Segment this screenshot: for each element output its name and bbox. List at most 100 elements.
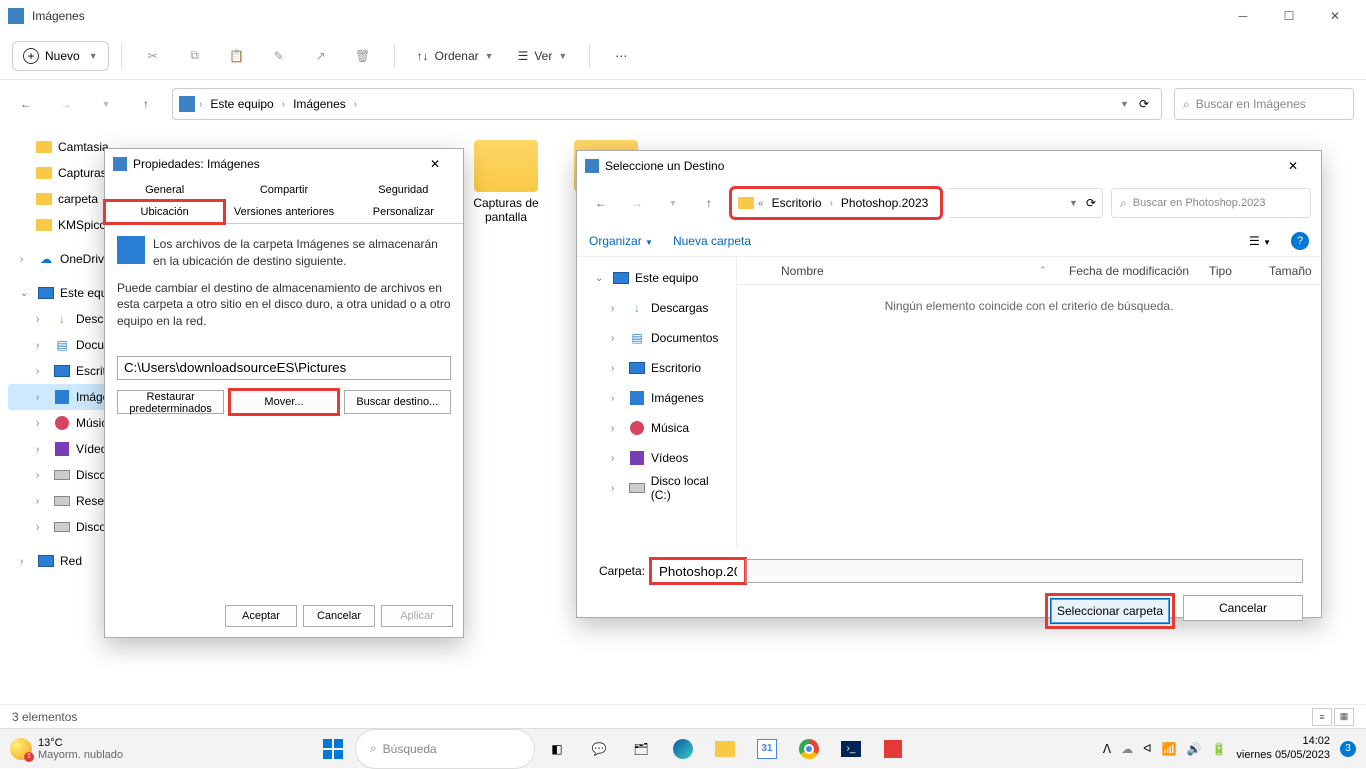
address-bar[interactable]: › Este equipo › Imágenes › ▼ ⟳ bbox=[172, 88, 1162, 120]
widgets-button[interactable]: 💬 bbox=[579, 729, 619, 769]
weather-widget[interactable]: 1 13°C Mayorm. nublado bbox=[10, 737, 123, 761]
new-button[interactable]: + Nuevo ▼ bbox=[12, 41, 109, 71]
toolbar: + Nuevo ▼ ✂ ⧉ 📋 ✎ ↗ 🗑 ↑↓ Ordenar ▼ ☰ Ver… bbox=[0, 32, 1366, 80]
tray-expand-button[interactable]: ᐱ bbox=[1103, 742, 1111, 756]
edge-button[interactable] bbox=[663, 729, 703, 769]
search-input[interactable]: ⌕ Buscar en Photoshop.2023 bbox=[1111, 188, 1311, 218]
sort-button[interactable]: ↑↓ Ordenar ▼ bbox=[407, 43, 504, 69]
dialog-title-bar[interactable]: Propiedades: Imágenes ✕ bbox=[105, 149, 463, 179]
view-button[interactable]: ☰ Ver ▼ bbox=[508, 43, 578, 69]
taskbar-search[interactable]: ⌕ Búsqueda bbox=[355, 729, 535, 769]
cancel-button[interactable]: Cancelar bbox=[1183, 595, 1303, 621]
tab-general[interactable]: General bbox=[105, 179, 224, 201]
forward-button[interactable]: → bbox=[623, 189, 651, 217]
folder-input[interactable] bbox=[653, 561, 743, 581]
column-type[interactable]: Tipo bbox=[1201, 264, 1261, 278]
tab-personalizar[interactable]: Personalizar bbox=[344, 201, 463, 223]
address-bar[interactable]: « Escritorio › Photoshop.2023 bbox=[731, 188, 941, 218]
wifi-icon[interactable]: 📶 bbox=[1162, 742, 1177, 756]
battery-icon[interactable]: 🔋 bbox=[1211, 742, 1226, 756]
forward-button[interactable]: → bbox=[52, 90, 80, 118]
folder-item[interactable]: Capturas de pantalla bbox=[466, 140, 546, 224]
refresh-icon[interactable]: ⟳ bbox=[1086, 196, 1096, 210]
back-button[interactable]: ← bbox=[12, 90, 40, 118]
more-button[interactable]: ⋯ bbox=[602, 40, 640, 72]
copy-button[interactable]: ⧉ bbox=[176, 40, 214, 72]
weather-icon: 1 bbox=[10, 738, 32, 760]
breadcrumb-item[interactable]: Escritorio bbox=[768, 194, 826, 212]
rename-button[interactable]: ✎ bbox=[260, 40, 298, 72]
view-list-button[interactable]: ≡ bbox=[1312, 708, 1332, 726]
path-input[interactable] bbox=[117, 356, 451, 380]
calendar-button[interactable]: 31 bbox=[747, 729, 787, 769]
recent-button[interactable]: ▼ bbox=[659, 189, 687, 217]
move-button[interactable]: Mover... bbox=[230, 390, 337, 414]
tree-item-this-pc[interactable]: ⌄Este equipo bbox=[583, 263, 730, 293]
close-button[interactable]: ✕ bbox=[415, 157, 455, 171]
column-name[interactable]: Nombre bbox=[773, 264, 1031, 278]
close-button[interactable]: ✕ bbox=[1312, 0, 1358, 32]
explorer-button[interactable]: 🗂 bbox=[621, 729, 661, 769]
help-button[interactable]: ? bbox=[1291, 232, 1309, 250]
onedrive-icon[interactable]: ☁ bbox=[1121, 742, 1133, 756]
tree-item-disk-c[interactable]: ›Disco local (C:) bbox=[583, 473, 730, 503]
organize-button[interactable]: Organizar ▼ bbox=[589, 234, 653, 248]
new-folder-button[interactable]: Nueva carpeta bbox=[673, 234, 751, 248]
share-button[interactable]: ↗ bbox=[302, 40, 340, 72]
language-button[interactable]: ᐊ bbox=[1143, 742, 1151, 755]
breadcrumb-item[interactable]: Photoshop.2023 bbox=[837, 194, 932, 212]
column-size[interactable]: Tamaño bbox=[1261, 264, 1321, 278]
tree-item-downloads[interactable]: ›↓Descargas bbox=[583, 293, 730, 323]
start-button[interactable] bbox=[313, 729, 353, 769]
search-input[interactable]: ⌕ Buscar en Imágenes bbox=[1174, 88, 1354, 120]
file-list[interactable]: Nombre ⌃ Fecha de modificación Tipo Tama… bbox=[737, 257, 1321, 547]
cut-icon: ✂ bbox=[148, 49, 158, 63]
task-view-button[interactable]: ◧ bbox=[537, 729, 577, 769]
delete-button[interactable]: 🗑 bbox=[344, 40, 382, 72]
recent-button[interactable]: ▼ bbox=[92, 90, 120, 118]
tree-item-documents[interactable]: ›▤Documentos bbox=[583, 323, 730, 353]
taskbar: 1 13°C Mayorm. nublado ⌕ Búsqueda ◧ 💬 🗂 … bbox=[0, 728, 1366, 768]
chevron-down-icon[interactable]: ▼ bbox=[1120, 99, 1129, 109]
tree-item-music[interactable]: ›Música bbox=[583, 413, 730, 443]
find-target-button[interactable]: Buscar destino... bbox=[344, 390, 451, 414]
cancel-button[interactable]: Cancelar bbox=[303, 605, 375, 627]
volume-icon[interactable]: 🔊 bbox=[1187, 742, 1202, 756]
close-button[interactable]: ✕ bbox=[1273, 159, 1313, 173]
tab-versiones[interactable]: Versiones anteriores bbox=[224, 201, 343, 223]
tree-item-pictures[interactable]: ›Imágenes bbox=[583, 383, 730, 413]
properties-dialog: Propiedades: Imágenes ✕ General Comparti… bbox=[104, 148, 464, 638]
dialog-title-bar[interactable]: Seleccione un Destino ✕ bbox=[577, 151, 1321, 181]
refresh-icon[interactable]: ⟳ bbox=[1139, 97, 1149, 111]
chevron-down-icon[interactable]: ▼ bbox=[1069, 198, 1078, 208]
up-button[interactable]: ↑ bbox=[132, 90, 160, 118]
chrome-button[interactable] bbox=[789, 729, 829, 769]
tree-item-videos[interactable]: ›Vídeos bbox=[583, 443, 730, 473]
explorer-button-2[interactable] bbox=[705, 729, 745, 769]
tree-item-desktop[interactable]: ›Escritorio bbox=[583, 353, 730, 383]
view-grid-button[interactable]: ▦ bbox=[1334, 708, 1354, 726]
breadcrumb-item[interactable]: Imágenes bbox=[289, 95, 350, 113]
clock[interactable]: 14:02 viernes 05/05/2023 bbox=[1236, 735, 1330, 761]
breadcrumb-item[interactable]: Este equipo bbox=[206, 95, 277, 113]
tab-seguridad[interactable]: Seguridad bbox=[344, 179, 463, 201]
terminal-button[interactable]: ›_ bbox=[831, 729, 871, 769]
view-options-button[interactable]: ☰ ▼ bbox=[1249, 234, 1271, 248]
maximize-button[interactable]: ☐ bbox=[1266, 0, 1312, 32]
select-folder-button[interactable]: Seleccionar carpeta bbox=[1050, 598, 1170, 624]
up-button[interactable]: ↑ bbox=[695, 189, 723, 217]
column-date[interactable]: Fecha de modificación bbox=[1061, 264, 1201, 278]
apply-button[interactable]: Aplicar bbox=[381, 605, 453, 627]
paste-button[interactable]: 📋 bbox=[218, 40, 256, 72]
cut-button[interactable]: ✂ bbox=[134, 40, 172, 72]
chat-icon: 💬 bbox=[591, 742, 606, 756]
minimize-button[interactable]: ─ bbox=[1220, 0, 1266, 32]
restore-defaults-button[interactable]: Restaurar predeterminados bbox=[117, 390, 224, 414]
tab-compartir[interactable]: Compartir bbox=[224, 179, 343, 201]
navbar: ← → ▼ ↑ › Este equipo › Imágenes › ▼ ⟳ ⌕… bbox=[0, 80, 1366, 128]
back-button[interactable]: ← bbox=[587, 189, 615, 217]
app-button[interactable] bbox=[873, 729, 913, 769]
notification-badge[interactable]: 3 bbox=[1340, 741, 1356, 757]
ok-button[interactable]: Aceptar bbox=[225, 605, 297, 627]
tab-ubicacion[interactable]: Ubicación bbox=[105, 201, 224, 223]
